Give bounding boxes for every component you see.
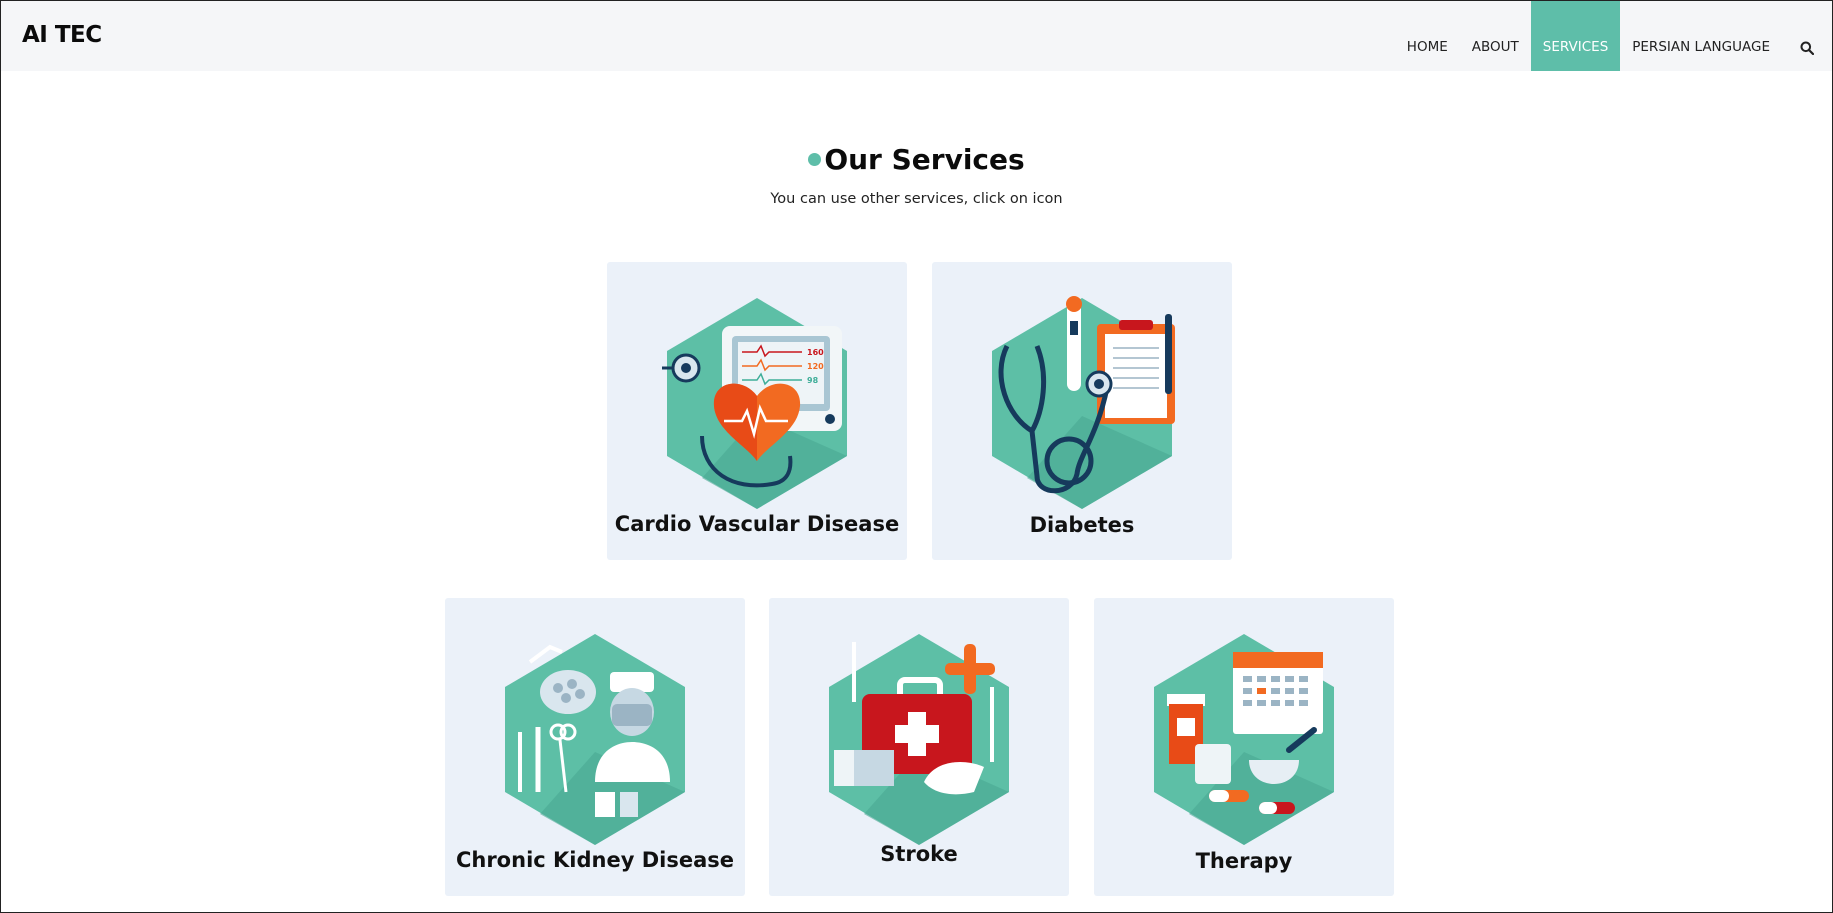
service-card-cardio[interactable]: 160 120 98 Cardio Vascular Disease [607, 262, 907, 560]
section-title: Our Services [824, 143, 1025, 176]
svg-text:120: 120 [807, 362, 824, 371]
service-card-diabetes[interactable]: Diabetes [932, 262, 1232, 560]
service-card-stroke[interactable]: Stroke [769, 598, 1069, 896]
nav-services[interactable]: SERVICES [1530, 1, 1621, 71]
brand-logo[interactable]: AI TEC [22, 22, 102, 48]
cardio-monitor-heart-icon: 160 120 98 [662, 298, 847, 509]
stethoscope-clipboard-icon [992, 296, 1175, 509]
pills-calendar-icon [1154, 634, 1334, 845]
title-dot-icon [808, 152, 822, 166]
service-card-therapy[interactable]: Therapy [1094, 598, 1394, 896]
nav-persian-language[interactable]: PERSIAN LANGUAGE [1620, 1, 1782, 71]
main-nav: HOME ABOUT SERVICES PERSIAN LANGUAGE [1395, 1, 1832, 71]
nav-about[interactable]: ABOUT [1460, 1, 1531, 71]
search-button[interactable] [1782, 1, 1832, 71]
svg-text:160: 160 [807, 348, 824, 357]
service-label: Diabetes [1029, 513, 1135, 537]
service-label: Cardio Vascular Disease [614, 512, 900, 536]
service-label: Chronic Kidney Disease [455, 848, 735, 872]
nav-home[interactable]: HOME [1395, 1, 1460, 71]
first-aid-kit-icon [829, 634, 1009, 845]
service-card-chronic-kidney-disease[interactable]: Chronic Kidney Disease [445, 598, 745, 896]
service-label: Stroke [880, 842, 958, 866]
top-navigation-bar: AI TEC HOME ABOUT SERVICES PERSIAN LANGU… [1, 1, 1832, 71]
search-icon [1800, 41, 1814, 55]
section-subtitle: You can use other services, click on ico… [770, 191, 1063, 207]
section-title-wrap: Our Services [1, 143, 1832, 176]
svg-text:98: 98 [807, 376, 819, 385]
service-label: Therapy [1195, 849, 1293, 873]
surgeon-instruments-icon [505, 634, 685, 845]
